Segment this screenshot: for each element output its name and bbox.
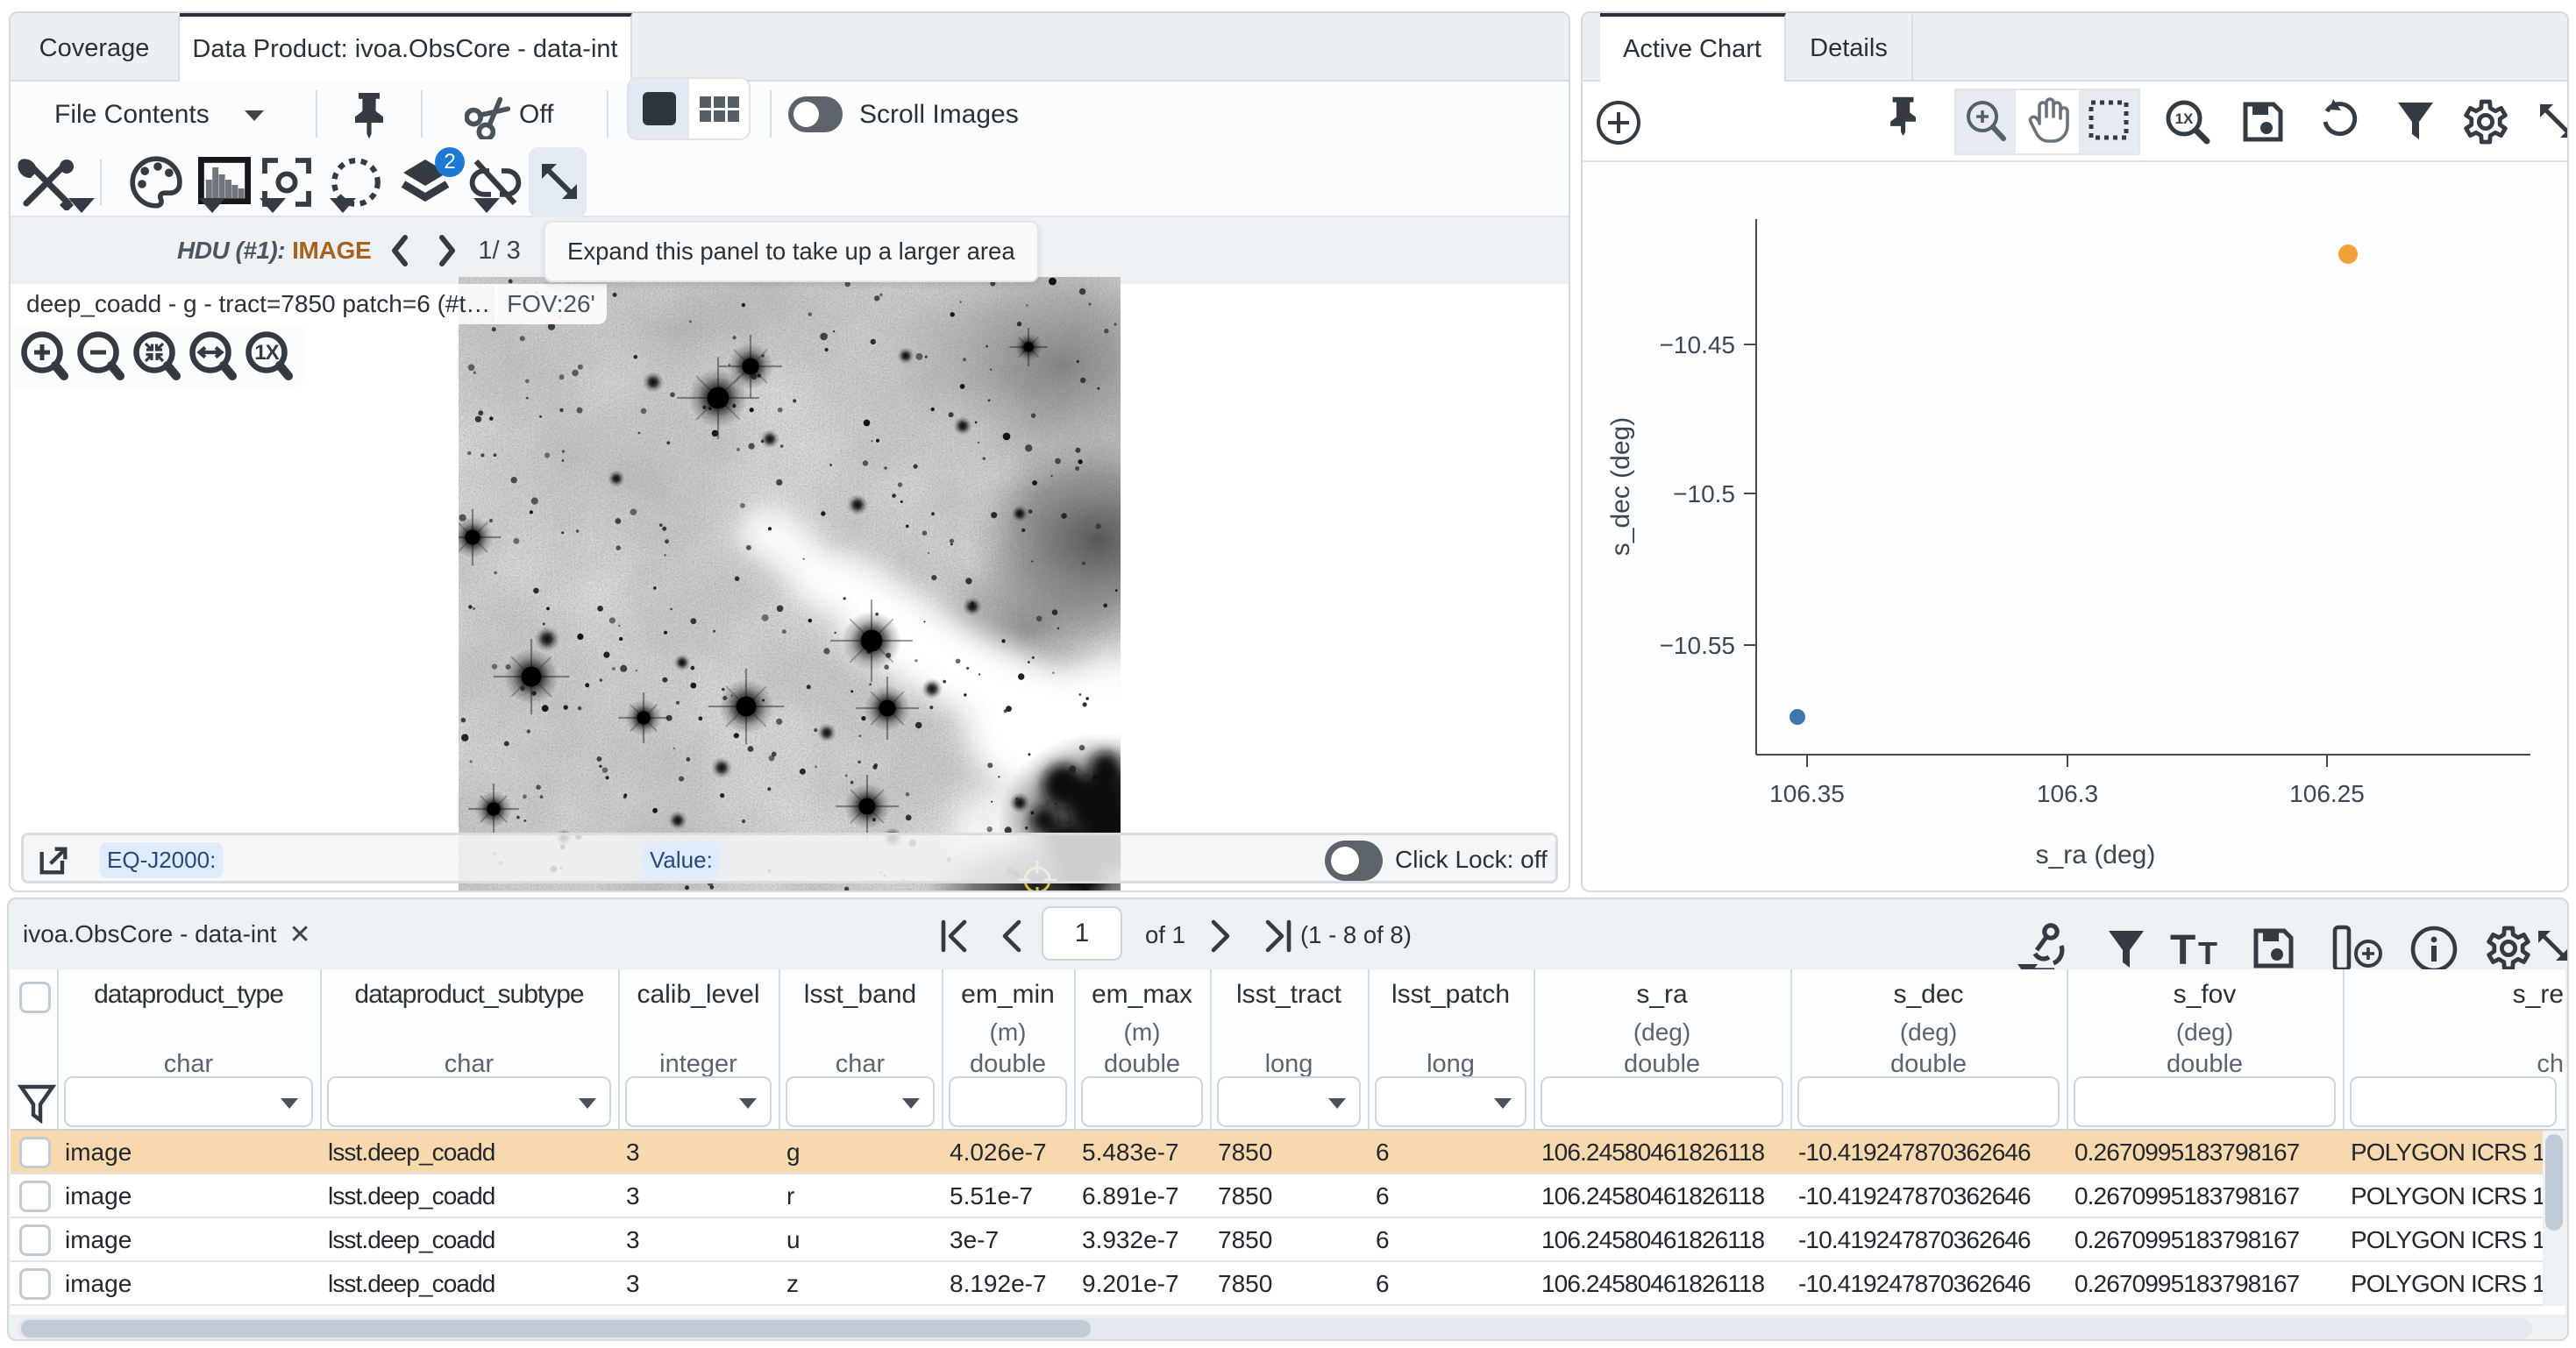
svg-text:106.3: 106.3 [2037, 780, 2098, 807]
svg-text:−10.5: −10.5 [1673, 480, 1735, 507]
svg-text:T: T [2198, 935, 2217, 971]
svg-text:1X: 1X [254, 341, 279, 365]
svg-text:s_dec (deg): s_dec (deg) [1606, 417, 1635, 556]
svg-text:s_ra (deg): s_ra (deg) [2036, 841, 2156, 869]
svg-text:−10.55: −10.55 [1660, 632, 1735, 659]
svg-text:106.25: 106.25 [2289, 780, 2365, 807]
svg-text:106.35: 106.35 [1769, 780, 1845, 807]
svg-text:1X: 1X [2175, 110, 2194, 127]
svg-text:−10.45: −10.45 [1660, 331, 1735, 358]
svg-text:T: T [2170, 929, 2195, 971]
